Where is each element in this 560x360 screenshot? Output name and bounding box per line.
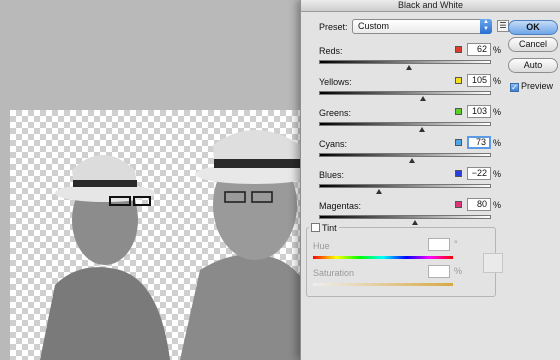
saturation-track[interactable] [313,283,453,286]
select-arrows-icon: ▲ ▼ [480,19,492,34]
black-and-white-dialog: Black and White Preset: Custom ▲ ▼ ☰ Reds… [300,0,560,360]
magentas-unit: % [493,200,502,210]
yellows-swatch [455,77,462,84]
slider-blues: Blues: −22 % [319,167,502,200]
preset-value: Custom [358,21,390,31]
cyans-label: Cyans: [319,139,348,149]
magentas-track[interactable] [319,215,491,219]
greens-unit: % [493,107,502,117]
cyans-unit: % [493,138,502,148]
preview-label: Preview [521,81,554,91]
reds-thumb[interactable] [406,65,412,70]
blues-value-field[interactable]: −22 [467,167,491,180]
dialog-title: Black and White [301,0,560,12]
yellows-thumb[interactable] [420,96,426,101]
hue-label: Hue [313,241,330,251]
magentas-swatch [455,201,462,208]
reds-swatch [455,46,462,53]
blues-track[interactable] [319,184,491,188]
cyans-track[interactable] [319,153,491,157]
cyans-swatch [455,139,462,146]
tint-label: Tint [322,223,337,233]
tint-color-swatch [483,253,503,273]
preset-select[interactable]: Custom ▲ ▼ [352,19,492,34]
greens-swatch [455,108,462,115]
yellows-track[interactable] [319,91,491,95]
slider-reds: Reds: 62 % [319,43,502,76]
yellows-value-field[interactable]: 105 [467,74,491,87]
hue-field[interactable] [428,238,450,251]
greens-label: Greens: [319,108,352,118]
slider-cyans: Cyans: 73 % [319,136,502,169]
tint-checkbox[interactable] [311,223,320,232]
preview-checkbox[interactable]: ✓ [510,83,519,92]
auto-button[interactable]: Auto [508,58,558,73]
blues-thumb[interactable] [376,189,382,194]
greens-track[interactable] [319,122,491,126]
slider-greens: Greens: 103 % [319,105,502,138]
reds-unit: % [493,45,502,55]
magentas-value-field[interactable]: 80 [467,198,491,211]
magentas-thumb[interactable] [412,220,418,225]
tint-checkbox-row[interactable]: Tint [309,223,339,233]
preview-checkbox-row[interactable]: ✓ Preview [510,81,553,92]
blues-swatch [455,170,462,177]
saturation-field[interactable] [428,265,450,278]
yellows-unit: % [493,76,502,86]
blues-label: Blues: [319,170,345,180]
tint-group [306,227,496,297]
reds-label: Reds: [319,46,343,56]
greens-thumb[interactable] [419,127,425,132]
reds-track[interactable] [319,60,491,64]
greens-value-field[interactable]: 103 [467,105,491,118]
cyans-thumb[interactable] [409,158,415,163]
hue-unit: ° [454,239,458,249]
cancel-button[interactable]: Cancel [508,37,558,52]
magentas-label: Magentas: [319,201,362,211]
yellows-label: Yellows: [319,77,352,87]
ok-button[interactable]: OK [508,20,558,35]
preset-label: Preset: [319,22,348,32]
saturation-unit: % [454,266,463,276]
blues-unit: % [493,169,502,179]
slider-yellows: Yellows: 105 % [319,74,502,107]
hue-track[interactable] [313,256,453,259]
saturation-label: Saturation [313,268,355,278]
cyans-value-field[interactable]: 73 [467,136,491,149]
reds-value-field[interactable]: 62 [467,43,491,56]
